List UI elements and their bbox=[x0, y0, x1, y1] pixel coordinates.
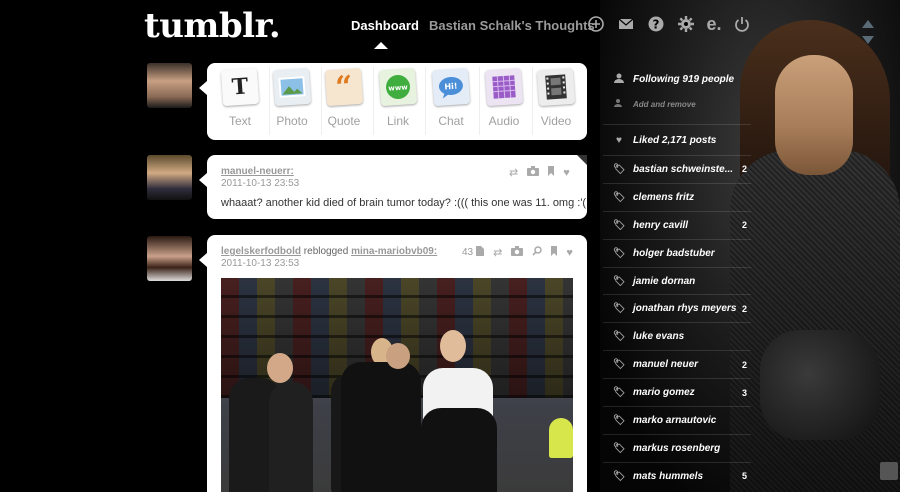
tag-icon: 🏷 bbox=[613, 387, 626, 399]
tag-item[interactable]: 🏷 markus rosenberg bbox=[603, 433, 751, 462]
tag-item[interactable]: 🏷 jamie dornan bbox=[603, 266, 751, 295]
tag-item[interactable]: 🏷 holger badstuber bbox=[603, 238, 751, 267]
tag-icon: 🏷 bbox=[613, 470, 626, 482]
link-icon: www bbox=[378, 67, 418, 107]
tag-count: 2 bbox=[741, 220, 747, 231]
liked-posts-link[interactable]: ♥ Liked 2,171 posts bbox=[603, 124, 751, 155]
following-link[interactable]: Following 919 people bbox=[603, 64, 751, 94]
tag-count: 5 bbox=[741, 471, 747, 482]
e-icon[interactable]: e. bbox=[706, 15, 722, 33]
tag-count: 2 bbox=[741, 303, 747, 314]
bookmark-icon[interactable] bbox=[548, 166, 555, 179]
help-icon[interactable]: ? bbox=[648, 16, 664, 32]
post-author-link[interactable]: manuel-neuerr: bbox=[221, 166, 294, 177]
post-date[interactable]: 2011-10-13 23:53 bbox=[221, 258, 437, 270]
post-controls: 43 ⇄ ♥ bbox=[462, 246, 573, 259]
video-icon bbox=[536, 67, 576, 107]
mail-icon[interactable] bbox=[618, 16, 634, 32]
tag-icon: 🏷 bbox=[613, 303, 626, 315]
post-author-link[interactable]: legelskerfodbold bbox=[221, 246, 301, 257]
camera-icon[interactable] bbox=[511, 246, 524, 259]
quote-icon: “ bbox=[324, 67, 364, 107]
tag-count: 2 bbox=[741, 359, 747, 370]
tag-icon: 🏷 bbox=[613, 442, 626, 454]
tumblr-logo[interactable]: tumblr. bbox=[144, 6, 281, 46]
tag-count: 2 bbox=[741, 164, 747, 175]
like-icon[interactable]: ♥ bbox=[566, 247, 573, 259]
audio-icon bbox=[484, 67, 524, 107]
photo-icon bbox=[272, 67, 312, 107]
tag-icon: 🏷 bbox=[613, 219, 626, 231]
post-corner-fold bbox=[577, 155, 587, 165]
reblogged-text: reblogged bbox=[303, 246, 349, 257]
post-type-link[interactable]: www Link bbox=[373, 67, 423, 128]
post-controls: ⇄ ♥ bbox=[509, 166, 570, 179]
like-icon[interactable]: ♥ bbox=[563, 167, 570, 179]
tag-item[interactable]: 🏷 luke evans bbox=[603, 322, 751, 350]
post-type-audio[interactable]: Audio bbox=[479, 67, 529, 128]
post-photo[interactable] bbox=[221, 278, 573, 492]
tag-icon: 🏷 bbox=[613, 247, 626, 259]
power-icon[interactable] bbox=[734, 16, 750, 32]
post-type-quote[interactable]: “ Quote bbox=[319, 67, 369, 128]
tag-icon: 🏷 bbox=[613, 331, 626, 343]
gear-icon[interactable] bbox=[678, 16, 694, 32]
photo-post: legelskerfodbold reblogged mina-mariobvb… bbox=[199, 235, 587, 492]
post-avatar[interactable] bbox=[147, 236, 192, 281]
add-user-icon bbox=[613, 98, 625, 111]
svg-text:Hi!: Hi! bbox=[444, 82, 458, 92]
post-meta: legelskerfodbold reblogged mina-mariobvb… bbox=[221, 246, 437, 270]
tag-icon: 🏷 bbox=[613, 275, 626, 287]
nav-blog[interactable]: Bastian Schalk's Thoughts bbox=[429, 18, 595, 33]
tag-item[interactable]: 🏷 mats hummels 5 bbox=[603, 461, 751, 490]
tracked-tags: 🏷 bastian schweinste... 2 🏷 clemens fritz 🏷… bbox=[603, 155, 751, 490]
reblog-icon[interactable]: ⇄ bbox=[509, 166, 518, 179]
post-avatar[interactable] bbox=[147, 155, 192, 200]
heart-icon: ♥ bbox=[616, 134, 622, 146]
camera-icon[interactable] bbox=[527, 166, 540, 179]
tag-item[interactable]: 🏷 jonathan rhys meyers 2 bbox=[603, 294, 751, 322]
tag-icon: 🏷 bbox=[613, 359, 626, 371]
nav-dashboard[interactable]: Dashboard bbox=[351, 18, 419, 33]
customize-corner-icon[interactable] bbox=[880, 462, 898, 480]
tag-item[interactable]: 🏷 manuel neuer 2 bbox=[603, 350, 751, 378]
tag-icon: 🏷 bbox=[613, 414, 626, 426]
text-icon: T bbox=[220, 67, 260, 107]
scroll-up-icon[interactable] bbox=[862, 20, 874, 28]
post-type-text[interactable]: T Text bbox=[215, 67, 265, 128]
tag-item[interactable]: 🏷 bastian schweinste... 2 bbox=[603, 155, 751, 183]
tag-item[interactable]: 🏷 henry cavill 2 bbox=[603, 210, 751, 239]
svg-text:www: www bbox=[388, 83, 408, 92]
notes-icon[interactable] bbox=[476, 246, 485, 259]
reblog-source-link[interactable]: mina-mariobvb09: bbox=[351, 246, 437, 257]
sidebar: Following 919 people Add and remove ♥ Li… bbox=[603, 64, 751, 490]
post-type-photo[interactable]: Photo bbox=[267, 67, 317, 128]
scroll-down-icon[interactable] bbox=[862, 36, 874, 44]
chat-icon: Hi! bbox=[431, 67, 471, 107]
add-remove-link[interactable]: Add and remove bbox=[603, 94, 751, 114]
plus-icon[interactable] bbox=[588, 16, 604, 32]
tag-icon: 🏷 bbox=[613, 191, 626, 203]
following-icon bbox=[613, 73, 625, 86]
notes-count[interactable]: 43 bbox=[462, 247, 473, 258]
post-type-chat[interactable]: Hi! Chat bbox=[426, 67, 476, 128]
svg-text:?: ? bbox=[653, 18, 660, 32]
tag-item[interactable]: 🏷 clemens fritz bbox=[603, 182, 751, 211]
text-post: manuel-neuerr: 2011-10-13 23:53 ⇄ ♥ whaa… bbox=[199, 155, 587, 219]
tag-item[interactable]: 🏷 mario gomez 3 bbox=[603, 378, 751, 406]
post-type-composer: T Text Photo “ Quote www Link Hi! Chat A… bbox=[199, 63, 587, 140]
post-type-video[interactable]: Video bbox=[531, 67, 581, 128]
post-body-text: whaaat? another kid died of brain tumor … bbox=[221, 197, 587, 209]
active-nav-caret bbox=[374, 42, 388, 49]
tag-item[interactable]: 🏷 marko arnautovic bbox=[603, 406, 751, 434]
tag-count: 3 bbox=[741, 387, 747, 398]
reblog-icon[interactable]: ⇄ bbox=[493, 246, 502, 259]
user-avatar[interactable] bbox=[147, 63, 192, 108]
bookmark-icon[interactable] bbox=[551, 246, 558, 259]
post-meta: manuel-neuerr: 2011-10-13 23:53 bbox=[221, 166, 299, 190]
post-date[interactable]: 2011-10-13 23:53 bbox=[221, 178, 299, 190]
tag-icon: 🏷 bbox=[613, 163, 626, 175]
search-icon[interactable] bbox=[532, 246, 543, 259]
